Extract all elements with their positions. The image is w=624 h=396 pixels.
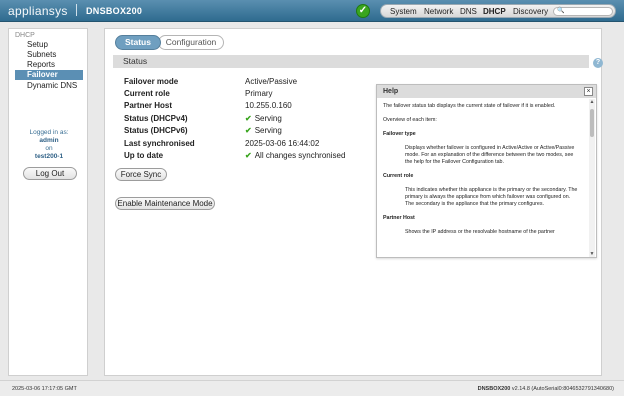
section-title: Status	[113, 55, 589, 68]
help-heading-current-role: Current role	[383, 173, 414, 179]
sidebar-item-failover[interactable]: Failover	[15, 70, 83, 80]
nav-dhcp[interactable]: DHCP	[483, 7, 506, 16]
check-icon: ✔	[245, 126, 252, 135]
label-up-to-date: Up to date	[124, 151, 164, 160]
scroll-down-icon[interactable]: ▼	[589, 251, 595, 257]
value-status-dhcpv6: ✔ Serving	[245, 126, 282, 135]
label-status-dhcpv4: Status (DHCPv4)	[124, 114, 188, 123]
value-failover-mode: Active/Passive	[245, 77, 298, 86]
footer: 2025-03-06 17:17:05 GMT DNSBOX200 v2.14.…	[0, 380, 624, 396]
label-status-dhcpv6: Status (DHCPv6)	[124, 126, 188, 135]
check-icon: ✔	[245, 151, 252, 160]
tab-configuration[interactable]: Configuration	[158, 35, 224, 50]
value-last-synchronised: 2025-03-06 16:44:02	[245, 139, 320, 148]
value-partner-host: 10.255.0.160	[245, 101, 292, 110]
enable-maintenance-mode-button[interactable]: Enable Maintenance Mode	[115, 197, 215, 210]
help-heading-partner-host: Partner Host	[383, 215, 415, 221]
footer-timestamp: 2025-03-06 17:17:05 GMT	[12, 386, 77, 392]
help-text-partner-host: Shows the IP address or the resolvable h…	[405, 229, 555, 235]
logout-button[interactable]: Log Out	[23, 167, 77, 180]
main-panel: Configuration Status Status ? Failover m…	[104, 28, 603, 376]
help-dialog-title: Help	[377, 85, 596, 98]
on-label: on	[45, 145, 53, 152]
system-ok-icon[interactable]: ✓	[356, 4, 370, 18]
value-status-dhcpv4: ✔ Serving	[245, 114, 282, 123]
label-current-role: Current role	[124, 89, 170, 98]
status-dhcpv6-text: Serving	[254, 126, 282, 135]
tab-status[interactable]: Status	[115, 35, 161, 50]
check-icon: ✔	[245, 114, 252, 123]
help-heading-failover-type: Failover type	[383, 131, 416, 137]
sidebar: DHCP Setup Subnets Reports Failover Dyna…	[8, 28, 88, 376]
search-icon: 🔍	[557, 8, 565, 14]
help-overview: Overview of each item:	[383, 117, 437, 123]
nav-system[interactable]: System	[390, 7, 417, 16]
label-last-synchronised: Last synchronised	[124, 139, 195, 148]
scroll-up-icon[interactable]: ▲	[589, 99, 595, 105]
logged-in-label: Logged in as:	[29, 129, 69, 136]
sidebar-item-subnets[interactable]: Subnets	[27, 50, 56, 59]
search-input[interactable]: 🔍	[553, 7, 613, 16]
brand: appliansys DNSBOX200	[8, 4, 142, 18]
up-to-date-text: All changes synchronised	[254, 151, 346, 160]
sidebar-item-setup[interactable]: Setup	[27, 40, 48, 49]
footer-product: DNSBOX200	[477, 386, 511, 392]
brand-divider	[76, 4, 78, 16]
product-name: DNSBOX200	[85, 6, 143, 16]
sidebar-section-dhcp: DHCP	[15, 32, 35, 39]
footer-version-info: DNSBOX200 v2.14.8 (AutoSerial0:804653279…	[478, 386, 614, 392]
label-failover-mode: Failover mode	[124, 77, 179, 86]
help-scrollbar[interactable]: ▲ ▼	[589, 99, 595, 257]
value-current-role: Primary	[245, 89, 273, 98]
help-dialog: Help × The failover status tab displays …	[376, 84, 597, 258]
footer-version: v2.14.8 (AutoSerial0:8046532791340680)	[510, 386, 614, 392]
sidebar-item-dynamic-dns[interactable]: Dynamic DNS	[27, 81, 77, 90]
close-icon[interactable]: ×	[584, 87, 593, 96]
username: admin	[39, 137, 59, 144]
main-nav: System Network DNS DHCP 🔍	[380, 4, 616, 18]
hostname: test200-1	[34, 153, 64, 160]
help-content: The failover status tab displays the cur…	[383, 103, 583, 255]
help-intro: The failover status tab displays the cur…	[383, 103, 556, 109]
help-icon[interactable]: ?	[593, 58, 603, 68]
label-partner-host: Partner Host	[124, 101, 173, 110]
help-text-failover-type: Displays whether failover is configured …	[405, 145, 575, 165]
nav-discovery[interactable]: Discovery	[513, 7, 548, 16]
scrollbar-thumb[interactable]	[590, 109, 594, 137]
status-dhcpv4-text: Serving	[254, 114, 282, 123]
value-up-to-date: ✔ All changes synchronised	[245, 151, 345, 160]
login-info: Logged in as: admin on test200-1	[9, 129, 89, 161]
help-text-current-role: This indicates whether this appliance is…	[405, 187, 578, 207]
sidebar-item-reports[interactable]: Reports	[27, 60, 55, 69]
brand-logo: appliansys	[8, 4, 68, 18]
nav-network[interactable]: Network	[424, 7, 453, 16]
force-sync-button[interactable]: Force Sync	[115, 168, 167, 181]
nav-dns[interactable]: DNS	[460, 7, 477, 16]
